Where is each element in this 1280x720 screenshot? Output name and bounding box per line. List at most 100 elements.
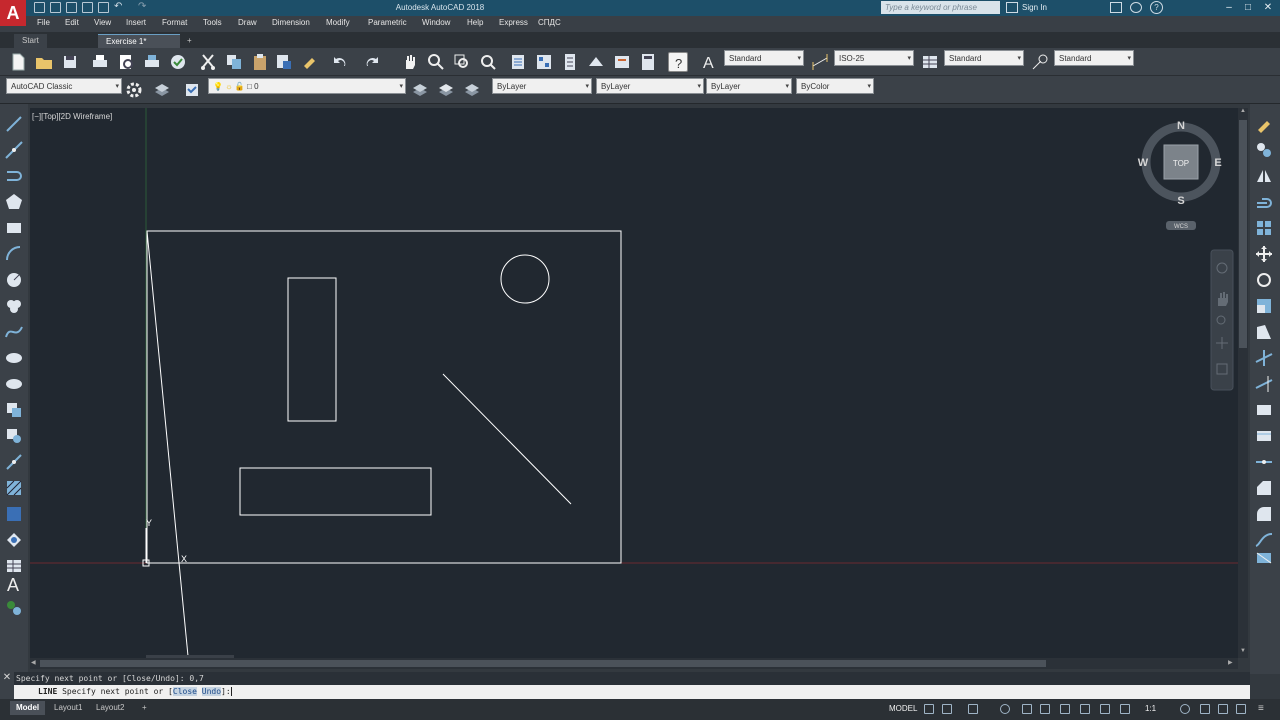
application-menu-button[interactable]: A <box>0 0 26 26</box>
arc-icon[interactable] <box>4 244 24 264</box>
outer-rectangle[interactable] <box>146 230 622 564</box>
viewport-controls-label[interactable]: [−][Top][2D Wireframe] <box>32 112 112 121</box>
lineweight-select[interactable]: ByLayer ▾ <box>706 78 792 94</box>
stretch-icon[interactable] <box>1254 322 1274 342</box>
viewcube[interactable]: TOP N S E W WCS <box>1138 120 1222 230</box>
annotation-visibility-icon[interactable] <box>1100 704 1110 714</box>
polyline-icon[interactable] <box>4 166 24 186</box>
close-window-icon[interactable]: ✕ <box>1261 1 1275 14</box>
erase-icon[interactable] <box>1254 114 1274 134</box>
tab-layout1[interactable]: Layout1 <box>48 701 88 715</box>
menu-view[interactable]: View <box>94 18 111 27</box>
option-close[interactable]: Close <box>172 687 197 696</box>
break-at-point-icon[interactable] <box>1254 400 1274 420</box>
save-toolbar-icon[interactable] <box>60 52 80 72</box>
horizontal-scroll-thumb[interactable] <box>40 660 1046 667</box>
layer-states-manager-icon[interactable] <box>462 80 482 100</box>
help-icon[interactable]: ? <box>1150 1 1163 14</box>
region-icon[interactable] <box>4 530 24 550</box>
multiline-text-icon[interactable]: A <box>4 574 24 595</box>
make-block-icon[interactable] <box>4 426 24 446</box>
break-icon[interactable] <box>1254 426 1274 446</box>
save-icon[interactable] <box>66 2 77 13</box>
zoom-previous-icon[interactable] <box>478 52 498 72</box>
spline-icon[interactable] <box>4 322 24 342</box>
menu-edit[interactable]: Edit <box>65 18 79 27</box>
horizontal-scrollbar[interactable]: ◀ ▶ <box>30 658 1238 669</box>
menu-modify[interactable]: Modify <box>326 18 350 27</box>
construction-line-icon[interactable] <box>4 140 24 160</box>
menu-help[interactable]: Help <box>467 18 483 27</box>
drawing-area[interactable]: Y X TOP N S E W WCS <box>30 108 1238 658</box>
sign-in-button[interactable]: Sign In <box>1022 3 1047 12</box>
save-as-icon[interactable] <box>82 2 93 13</box>
scroll-up-arrow-icon[interactable]: ▲ <box>1239 108 1247 116</box>
qnew-icon[interactable] <box>8 52 28 72</box>
cut-icon[interactable] <box>198 52 218 72</box>
hatch-icon[interactable] <box>4 478 24 498</box>
tab-start[interactable]: Start <box>14 34 47 48</box>
tool-palettes-icon[interactable] <box>560 52 580 72</box>
table-icon[interactable] <box>4 556 24 576</box>
insert-block-icon[interactable] <box>4 400 24 420</box>
scroll-right-arrow-icon[interactable]: ▶ <box>1228 659 1236 668</box>
copy-object-icon[interactable] <box>1254 140 1274 160</box>
help-search-input[interactable]: Type a keyword or phrase <box>881 1 1000 14</box>
mirror-icon[interactable] <box>1254 166 1274 186</box>
menu-spds[interactable]: СПДС <box>538 18 561 27</box>
isometric-drafting-icon[interactable] <box>1022 704 1032 714</box>
explode-icon[interactable] <box>1254 548 1274 568</box>
circle-shape[interactable] <box>500 254 550 304</box>
annotation-scale[interactable]: 1:1 <box>1145 704 1156 713</box>
compass-south[interactable]: S <box>1177 195 1184 207</box>
color-select[interactable]: ByLayer ▾ <box>492 78 592 94</box>
vertical-scroll-thumb[interactable] <box>1239 120 1247 348</box>
vertical-scrollbar[interactable]: ▲ ▼ <box>1238 108 1248 658</box>
undo-icon[interactable]: ↶ <box>114 1 122 12</box>
add-selected-icon[interactable] <box>4 598 24 618</box>
ortho-icon[interactable] <box>968 704 978 714</box>
workspace-switching-gear-icon[interactable] <box>1180 704 1190 714</box>
open-file-icon[interactable] <box>50 2 61 13</box>
object-snap-tracking-icon[interactable] <box>1040 704 1050 714</box>
new-file-icon[interactable] <box>34 2 45 13</box>
multileader-style-select[interactable]: Standard ▾ <box>1054 50 1134 66</box>
customization-menu-icon[interactable]: ≡ <box>1258 704 1268 714</box>
compass-west[interactable]: W <box>1138 157 1149 169</box>
properties-icon[interactable] <box>508 52 528 72</box>
plot-preview-icon[interactable] <box>116 52 136 72</box>
circle-icon[interactable] <box>4 270 24 290</box>
layer-previous-icon[interactable] <box>436 80 456 100</box>
command-line-input[interactable]: LINE Specify next point or [Close Undo]: <box>14 685 1250 699</box>
annotation-monitor-icon[interactable] <box>1200 704 1210 714</box>
compass-east[interactable]: E <box>1214 157 1221 169</box>
diagonal-line[interactable] <box>442 373 572 505</box>
compass-north[interactable]: N <box>1177 120 1185 132</box>
model-space-toggle[interactable]: MODEL <box>889 704 917 713</box>
polygon-icon[interactable] <box>4 192 24 212</box>
menu-file[interactable]: File <box>37 18 50 27</box>
add-layout-icon[interactable]: + <box>136 701 153 715</box>
exchange-icon[interactable] <box>1110 2 1122 13</box>
redo-icon[interactable]: ↷ <box>138 1 146 12</box>
dim-style-icon[interactable] <box>810 52 830 72</box>
markup-manager-icon[interactable] <box>612 52 632 72</box>
menu-insert[interactable]: Insert <box>126 18 146 27</box>
layer-state-icon[interactable] <box>182 80 202 100</box>
quickcalc-icon[interactable] <box>638 52 658 72</box>
text-style-icon[interactable]: A <box>700 52 720 72</box>
navigation-bar[interactable] <box>1210 249 1234 391</box>
horizontal-rectangle[interactable] <box>239 467 432 516</box>
object-snap-icon[interactable] <box>1060 704 1070 714</box>
new-tab-button[interactable]: + <box>183 34 196 48</box>
text-style-select[interactable]: Standard ▾ <box>724 50 804 66</box>
ellipse-arc-icon[interactable] <box>4 374 24 394</box>
pan-icon[interactable] <box>400 52 420 72</box>
gradient-icon[interactable] <box>4 504 24 524</box>
scroll-down-arrow-icon[interactable]: ▼ <box>1239 648 1247 656</box>
sheet-set-manager-icon[interactable] <box>586 52 606 72</box>
array-icon[interactable] <box>1254 218 1274 238</box>
paste-icon[interactable] <box>250 52 270 72</box>
move-icon[interactable] <box>1254 244 1274 264</box>
revision-cloud-icon[interactable] <box>4 296 24 316</box>
